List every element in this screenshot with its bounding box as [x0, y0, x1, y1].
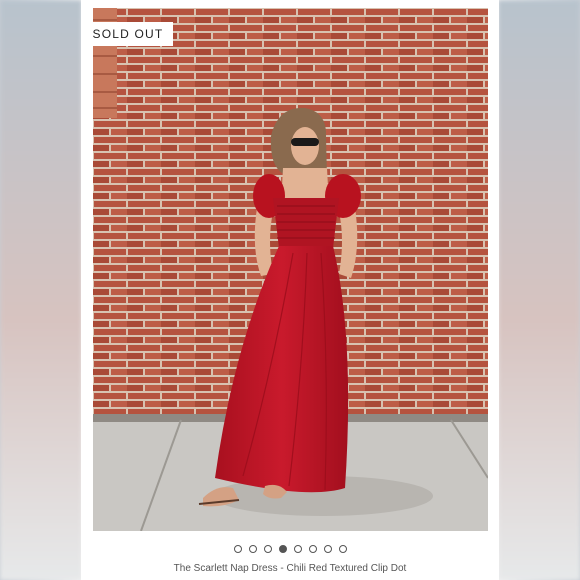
carousel-dot[interactable] [263, 545, 272, 553]
carousel-dot[interactable] [248, 545, 257, 553]
left-background-blur [0, 0, 82, 580]
product-photo[interactable] [93, 8, 488, 531]
carousel-dot[interactable] [308, 545, 317, 553]
carousel-dot[interactable] [233, 545, 242, 553]
right-background-blur [498, 0, 580, 580]
carousel-dots [0, 545, 580, 553]
product-photo-illustration [93, 8, 488, 531]
carousel-dot-active[interactable] [278, 545, 287, 553]
carousel-dot[interactable] [338, 545, 347, 553]
carousel-dot[interactable] [323, 545, 332, 553]
sold-out-badge: SOLD OUT [83, 22, 173, 46]
carousel-dot[interactable] [293, 545, 302, 553]
product-caption: The Scarlett Nap Dress - Chili Red Textu… [173, 563, 407, 574]
